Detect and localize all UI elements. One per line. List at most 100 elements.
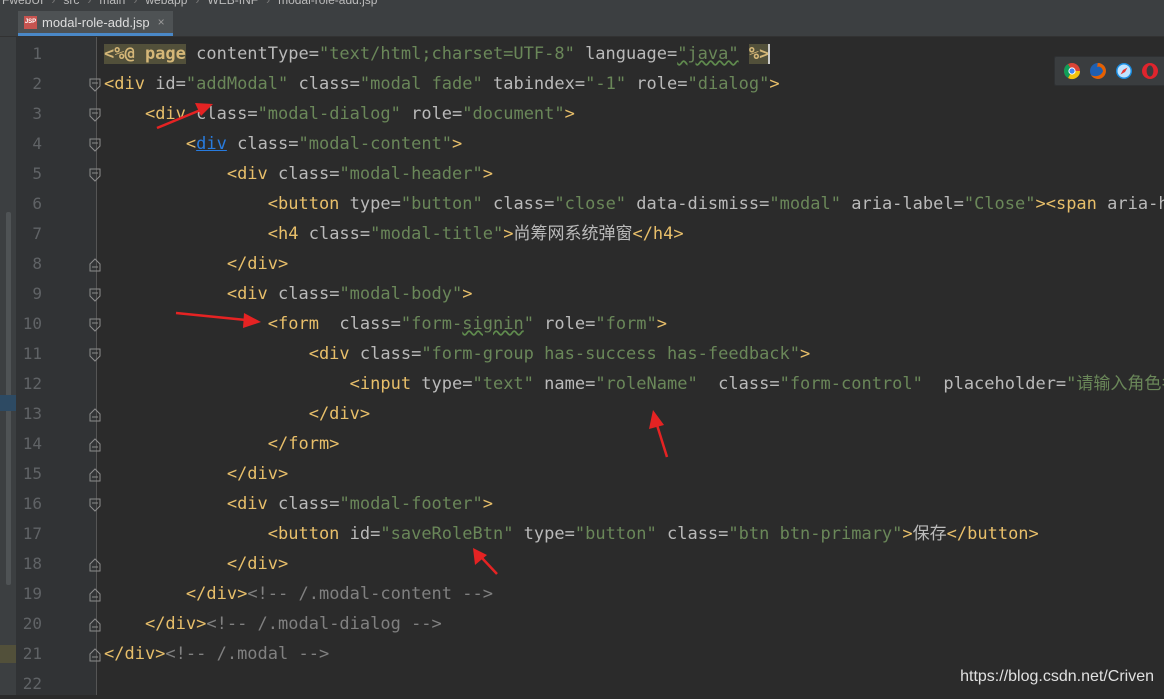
code-token: </form> (267, 434, 340, 454)
code-token: "-1" (585, 74, 627, 94)
code-token: "roleName" (595, 374, 698, 394)
code-line[interactable]: 17 <button id="saveRoleBtn" type="button… (16, 519, 1164, 549)
code-token: %> (748, 44, 770, 64)
code-token: <div (226, 164, 268, 184)
fold-open-icon[interactable] (89, 317, 101, 332)
code-token: "button" (574, 524, 657, 544)
code-token: class= (267, 494, 340, 514)
code-token: name= (533, 374, 596, 394)
fold-close-icon[interactable] (89, 617, 101, 632)
code-text: <input type="text" name="roleName" class… (104, 369, 1164, 399)
code-line[interactable]: 6 <button type="button" class="close" da… (16, 189, 1164, 219)
code-token: </button> (946, 524, 1039, 544)
code-token: "form-control" (779, 374, 923, 394)
line-number: 19 (22, 584, 42, 603)
code-token: class= (288, 74, 360, 94)
opera-icon[interactable] (1141, 62, 1159, 80)
code-token: </div> (185, 584, 248, 604)
breadcrumb-item[interactable]: modal-role-add.jsp (278, 0, 377, 7)
code-line[interactable]: 5 <div class="modal-header"> (16, 159, 1164, 189)
line-number: 10 (22, 314, 42, 333)
code-token: </div> (308, 404, 371, 424)
code-text: <button id="saveRoleBtn" type="button" c… (104, 519, 1039, 549)
code-line[interactable]: 15 </div> (16, 459, 1164, 489)
breadcrumb-separator: › (87, 0, 92, 7)
fold-close-icon[interactable] (89, 467, 101, 482)
code-line[interactable]: 16 <div class="modal-footer"> (16, 489, 1164, 519)
code-line[interactable]: 10 <form class="form-signin" role="form"… (16, 309, 1164, 339)
tab-modal-role-add-jsp[interactable]: JSP modal-role-add.jsp × (18, 11, 173, 36)
code-line[interactable]: 7 <h4 class="modal-title">尚筹网系统弹窗</h4> (16, 219, 1164, 249)
code-token: class= (656, 524, 729, 544)
fold-close-icon[interactable] (89, 557, 101, 572)
breadcrumb-item[interactable]: WEB-INF (207, 0, 258, 7)
breadcrumb-item[interactable]: webapp (145, 0, 187, 7)
code-token: "modal-title" (370, 224, 504, 244)
code-token: <!-- /.modal-dialog --> (206, 614, 442, 634)
code-line[interactable]: 8 </div> (16, 249, 1164, 279)
fold-open-icon[interactable] (89, 167, 101, 182)
code-token: aria-label= (841, 194, 964, 214)
code-token: <!-- /.modal --> (165, 644, 330, 664)
fold-open-icon[interactable] (89, 107, 101, 122)
code-token: > (452, 134, 463, 154)
fold-open-icon[interactable] (89, 77, 101, 92)
code-line[interactable]: 2 <div id="addModal" class="modal fade" t… (16, 69, 1164, 99)
code-text: </div> (104, 249, 288, 279)
code-token: </div> (104, 644, 166, 664)
breadcrumb-item[interactable]: FwebUI (2, 0, 43, 7)
chrome-icon[interactable] (1063, 62, 1081, 80)
breadcrumb-separator: › (133, 0, 138, 7)
line-number: 21 (22, 644, 42, 663)
fold-open-icon[interactable] (89, 287, 101, 302)
code-line[interactable]: 19 </div><!-- /.modal-content --> (16, 579, 1164, 609)
breadcrumb-item[interactable]: main (99, 0, 125, 7)
fold-close-icon[interactable] (89, 407, 101, 422)
fold-close-icon[interactable] (89, 257, 101, 272)
code-token: "modal-dialog" (257, 104, 401, 124)
code-line[interactable]: 20 </div><!-- /.modal-dialog --> (16, 609, 1164, 639)
code-line[interactable]: 21 </div><!-- /.modal --> (16, 639, 1164, 669)
code-token: <input (349, 374, 412, 394)
code-line[interactable]: 12 <input type="text" name="roleName" cl… (16, 369, 1164, 399)
firefox-icon[interactable] (1089, 62, 1107, 80)
fold-close-icon[interactable] (89, 437, 101, 452)
code-token: class= (482, 194, 555, 214)
code-token: id= (144, 74, 186, 94)
close-icon[interactable]: × (158, 15, 165, 29)
fold-close-icon[interactable] (89, 647, 101, 662)
breadcrumb: FwebUI › src › main › webapp › WEB-INF › modal-rol… (0, 0, 1164, 10)
code-line[interactable]: 3 <div class="modal-dialog" role="docume… (16, 99, 1164, 129)
code-line[interactable]: 1 <%@ page contentType="text/html;charset… (16, 39, 1164, 69)
code-token: </div> (226, 254, 289, 274)
code-line[interactable]: 14 </form> (16, 429, 1164, 459)
code-token: "modal-footer" (339, 494, 483, 514)
code-token: 尚筹网系统弹窗 (513, 224, 633, 244)
fold-open-icon[interactable] (89, 137, 101, 152)
code-line[interactable]: 11 <div class="form-group has-success ha… (16, 339, 1164, 369)
safari-icon[interactable] (1115, 62, 1133, 80)
line-number: 9 (32, 284, 42, 303)
watermark-text: https://blog.csdn.net/Criven (960, 668, 1154, 685)
code-line[interactable]: 9 <div class="modal-body"> (16, 279, 1164, 309)
code-token: </div> (144, 614, 207, 634)
code-text: <div class="modal-content"> (104, 129, 462, 159)
code-token: "modal-header" (339, 164, 483, 184)
code-token: > (800, 344, 811, 364)
code-line[interactable]: 13 </div> (16, 399, 1164, 429)
code-line[interactable]: 18 </div> (16, 549, 1164, 579)
fold-close-icon[interactable] (89, 587, 101, 602)
code-line[interactable]: 4 <div class="modal-content"> (16, 129, 1164, 159)
fold-open-icon[interactable] (89, 497, 101, 512)
code-editor[interactable]: 1 <%@ page contentType="text/html;charset… (16, 39, 1164, 699)
line-number: 16 (22, 494, 42, 513)
fold-open-icon[interactable] (89, 347, 101, 362)
breadcrumb-item[interactable]: src (63, 0, 79, 7)
